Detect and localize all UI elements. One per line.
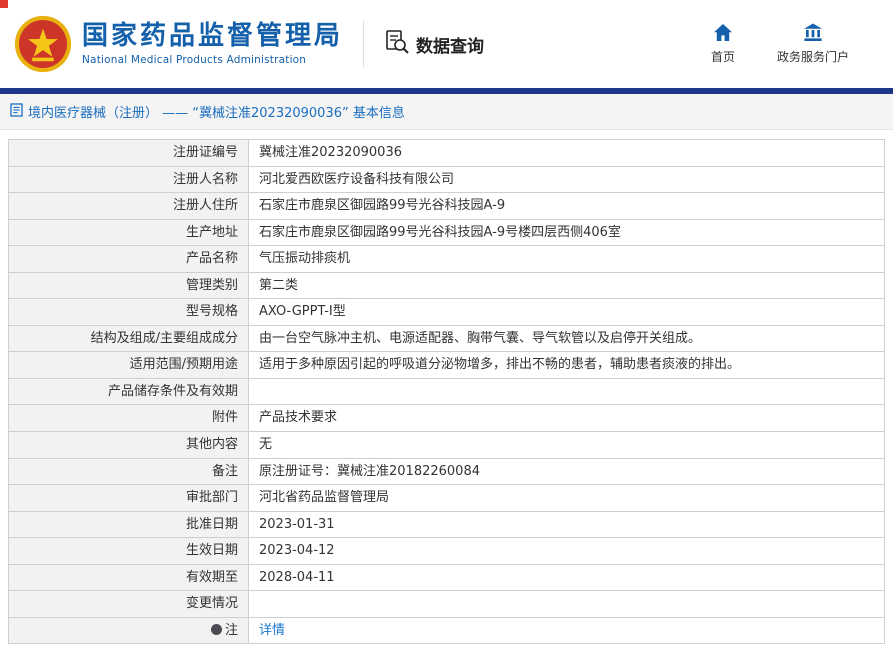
nav-home-label: 首页 (710, 50, 735, 64)
national-emblem-logo (14, 15, 72, 73)
org-name-en: National Medical Products Administration (82, 53, 307, 66)
site-header: 国家药品监督管理局 National Medical Products Admi… (0, 0, 893, 88)
table-row: 有效期至 2028-04-11 (8, 563, 885, 592)
row-value: 河北爱西欧医疗设备科技有限公司 (248, 165, 885, 194)
table-row: 型号规格 AXO-GPPT-Ⅰ型 (8, 298, 885, 326)
table-row: 变更情况 (8, 590, 885, 618)
header-divider (363, 21, 365, 67)
data-query-section: 数据查询 (384, 29, 484, 60)
table-row: 管理类别 第二类 (8, 271, 885, 300)
row-value: 石家庄市鹿泉区御园路99号光谷科技园A-9 (248, 192, 885, 220)
row-label: 适用范围/预期用途 (8, 351, 249, 379)
table-row: 附件 产品技术要求 (8, 404, 885, 433)
row-value: 2023-01-31 (248, 510, 885, 539)
table-row: 结构及组成/主要组成成分 由一台空气脉冲主机、电源适配器、胸带气囊、导气软管以及启… (8, 324, 885, 353)
table-row: 注详情 (8, 616, 885, 645)
government-portal-icon (803, 23, 823, 45)
nav-government-portal[interactable]: 政务服务门户 (777, 23, 849, 65)
table-row: 其他内容无 (8, 431, 885, 459)
row-value (248, 377, 885, 406)
table-row: 适用范围/预期用途 适用于多种原因引起的呼吸道分泌物增多，排出不畅的患者，辅助患者… (8, 351, 885, 379)
org-name-cn: 国家药品监督管理局 (82, 21, 344, 52)
row-value: 无 (248, 431, 885, 459)
row-value: 由一台空气脉冲主机、电源适配器、胸带气囊、导气软管以及启停开关组成。 (248, 324, 885, 353)
row-label: 型号规格 (8, 298, 249, 326)
row-value (248, 590, 885, 618)
row-label: 审批部门 (8, 484, 249, 512)
note-bullet-icon (210, 623, 222, 635)
row-label: 注册人名称 (8, 165, 249, 194)
detail-link[interactable]: 详情 (259, 623, 285, 638)
row-label: 备注 (8, 457, 249, 486)
row-label: 管理类别 (8, 271, 249, 300)
breadcrumb: 境内医疗器械（注册） —— “冀械注准20232090036” 基本信息 (0, 94, 893, 130)
row-label: 其他内容 (8, 431, 249, 459)
row-label: 注 (8, 616, 249, 645)
document-icon (10, 102, 23, 121)
row-value: 原注册证号：冀械注准20182260084 (248, 457, 885, 486)
row-value: AXO-GPPT-Ⅰ型 (248, 298, 885, 326)
table-row: 批准日期 2023-01-31 (8, 510, 885, 539)
table-row: 注册人名称 河北爱西欧医疗设备科技有限公司 (8, 165, 885, 194)
row-label: 批准日期 (8, 510, 249, 539)
row-value: 河北省药品监督管理局 (248, 484, 885, 512)
row-value: 气压振动排痰机 (248, 245, 885, 273)
row-value: 第二类 (248, 271, 885, 300)
main-content: 注册证编号 冀械注准20232090036 注册人名称 河北爱西欧医疗设备科技有限公司… (0, 130, 893, 650)
row-label: 结构及组成/主要组成成分 (8, 324, 249, 353)
row-value: 石家庄市鹿泉区御园路99号光谷科技园A-9号楼四层西侧406室 (248, 218, 885, 247)
corner-marker (0, 0, 8, 8)
brand-text: 国家药品监督管理局 National Medical Products Admi… (82, 22, 343, 66)
table-row: 注册人住所 石家庄市鹿泉区御园路99号光谷科技园A-9 (8, 192, 885, 220)
table-row: 审批部门 河北省药品监督管理局 (8, 484, 885, 512)
nav-home[interactable]: 首页 (711, 23, 735, 65)
row-value: 产品技术要求 (248, 404, 885, 433)
row-value: 冀械注准20232090036 (248, 139, 885, 167)
row-value: 适用于多种原因引起的呼吸道分泌物增多，排出不畅的患者，辅助患者痰液的排出。 (248, 351, 885, 379)
row-label: 附件 (8, 404, 249, 433)
table-row: 生效日期 2023-04-12 (8, 537, 885, 565)
row-label: 注册人住所 (8, 192, 249, 220)
table-row: 注册证编号 冀械注准20232090036 (8, 139, 885, 167)
table-row: 产品储存条件及有效期 (8, 377, 885, 406)
row-label: 注册证编号 (8, 139, 249, 167)
table-row: 生产地址 石家庄市鹿泉区御园路99号光谷科技园A-9号楼四层西侧406室 (8, 218, 885, 247)
row-label: 生产地址 (8, 218, 249, 247)
table-row: 产品名称 气压振动排痰机 (8, 245, 885, 273)
nav-government-portal-label: 政务服务门户 (776, 50, 849, 64)
row-label: 产品储存条件及有效期 (8, 377, 249, 406)
row-value: 2023-04-12 (248, 537, 885, 565)
row-label: 生效日期 (8, 537, 249, 565)
data-query-icon (384, 29, 410, 60)
home-icon (713, 23, 733, 45)
row-value: 详情 (248, 616, 885, 645)
data-query-label: 数据查询 (416, 36, 485, 57)
row-label: 变更情况 (8, 590, 249, 618)
brand-logo-link[interactable]: 国家药品监督管理局 National Medical Products Admi… (14, 15, 343, 73)
row-value: 2028-04-11 (248, 563, 885, 592)
row-label: 有效期至 (8, 563, 249, 592)
table-row: 备注 原注册证号：冀械注准20182260084 (8, 457, 885, 486)
registration-info-table: 注册证编号 冀械注准20232090036 注册人名称 河北爱西欧医疗设备科技有限公司… (8, 139, 885, 645)
header-nav: 首页 政务服务门户 (711, 23, 877, 65)
row-label: 产品名称 (8, 245, 249, 273)
breadcrumb-text: 境内医疗器械（注册） —— “冀械注准20232090036” 基本信息 (28, 106, 405, 121)
